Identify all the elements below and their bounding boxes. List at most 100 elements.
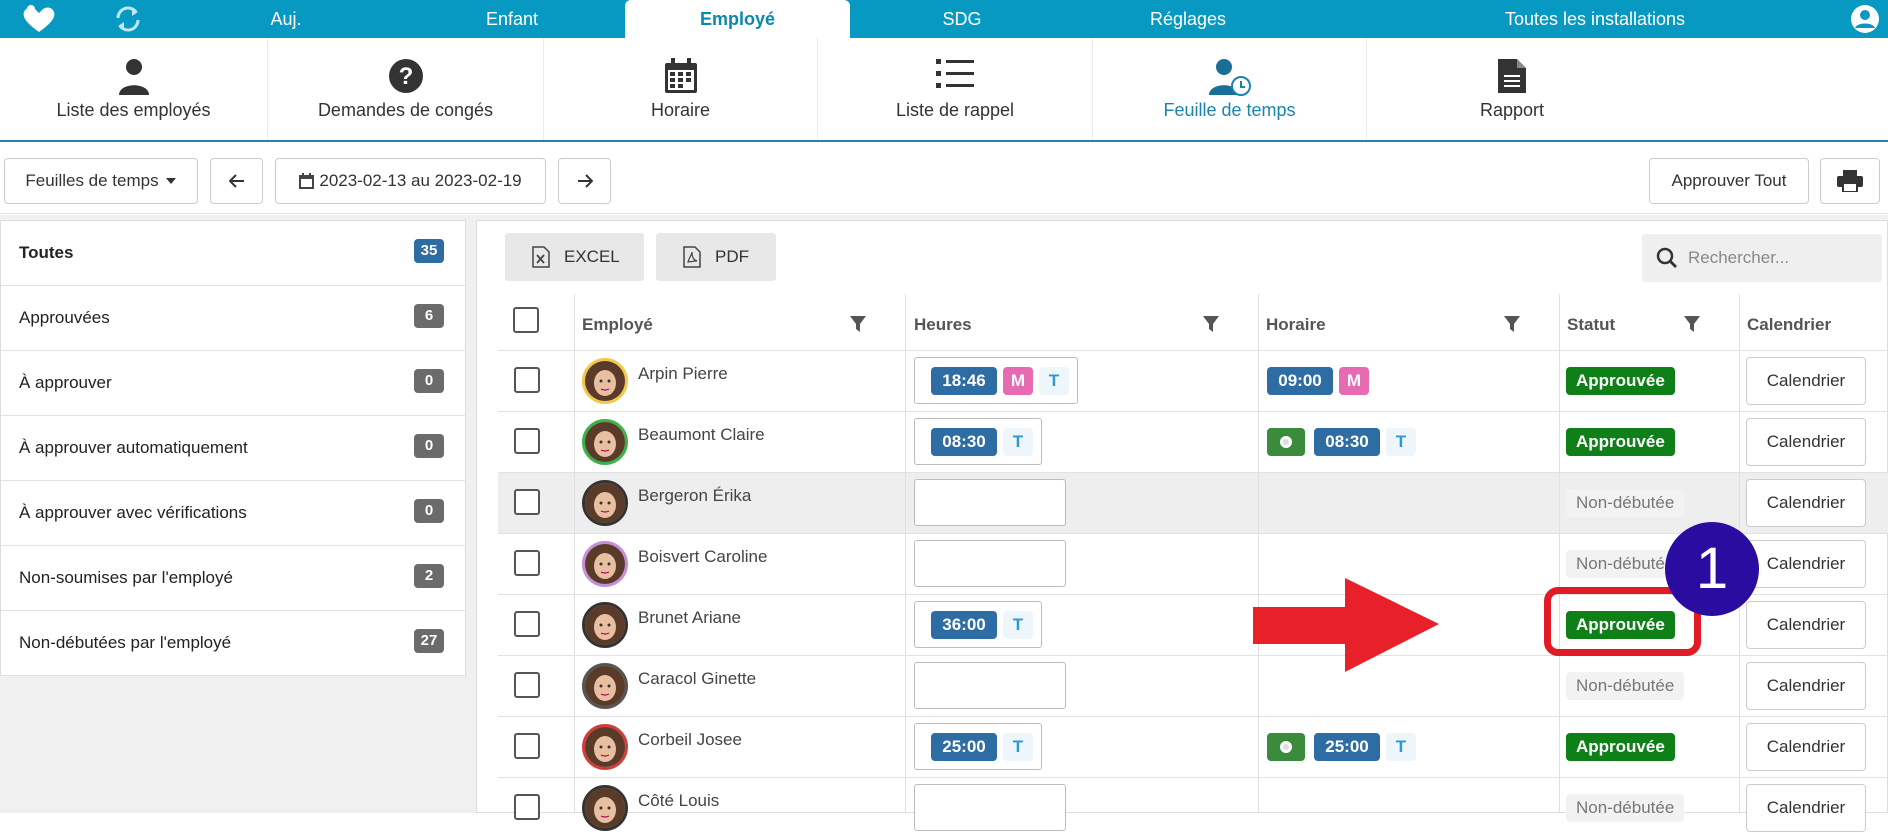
table-row[interactable]: Bergeron Érika Non-débutée Calendrier <box>498 472 1888 533</box>
filter-item[interactable]: Approuvées 6 <box>1 286 466 351</box>
calendar-button[interactable]: Calendrier <box>1746 418 1866 466</box>
hours-field[interactable] <box>914 662 1066 709</box>
subnav-report[interactable]: Rapport <box>1367 38 1657 140</box>
employee-name[interactable]: Boisvert Caroline <box>638 547 767 567</box>
tab-employee[interactable]: Employé <box>625 0 850 38</box>
export-excel-button[interactable]: EXCEL <box>505 233 644 281</box>
calendar-icon <box>664 58 697 93</box>
row-checkbox[interactable] <box>514 794 540 820</box>
print-button[interactable] <box>1820 158 1880 204</box>
tag-t-badge: T <box>1386 428 1416 456</box>
filter-item[interactable]: Non-débutées par l'employé 27 <box>1 611 466 676</box>
subnav-schedule[interactable]: Horaire <box>544 38 818 140</box>
row-checkbox[interactable] <box>514 672 540 698</box>
filter-label: Non-débutées par l'employé <box>19 633 232 652</box>
filter-count-badge: 0 <box>414 434 444 458</box>
export-excel-label: EXCEL <box>564 247 620 266</box>
user-avatar-icon[interactable] <box>1850 4 1880 39</box>
employee-name[interactable]: Corbeil Josee <box>638 730 742 750</box>
next-week-button[interactable] <box>558 158 611 204</box>
tab-settings[interactable]: Réglages <box>1130 0 1246 38</box>
calendar-button[interactable]: Calendrier <box>1746 479 1866 527</box>
calendar-button[interactable]: Calendrier <box>1746 784 1866 832</box>
schedule-toggle-icon[interactable] <box>1267 733 1305 761</box>
filter-icon[interactable] <box>1503 315 1521 333</box>
filter-icon[interactable] <box>1202 315 1220 333</box>
status-badge: Approuvée <box>1566 428 1675 456</box>
export-pdf-button[interactable]: PDF <box>656 233 776 281</box>
filter-count-badge: 2 <box>414 564 444 588</box>
hours-field[interactable] <box>914 540 1066 587</box>
subnav-timesheet[interactable]: Feuille de temps <box>1093 38 1367 140</box>
filter-item[interactable]: À approuver automatiquement 0 <box>1 416 466 481</box>
hours-field[interactable]: 25:00 T <box>914 723 1042 770</box>
tab-today[interactable]: Auj. <box>236 0 336 38</box>
row-checkbox[interactable] <box>514 733 540 759</box>
filter-count-badge: 0 <box>414 369 444 393</box>
tag-t-badge: T <box>1039 367 1069 395</box>
avatar <box>582 541 628 587</box>
employee-name[interactable]: Côté Louis <box>638 791 719 811</box>
avatar <box>582 602 628 648</box>
calendar-button[interactable]: Calendrier <box>1746 357 1866 405</box>
filter-item[interactable]: Toutes 35 <box>1 221 466 286</box>
table-row[interactable]: Beaumont Claire 08:30 T 08:30 T Approuvée Cale… <box>498 411 1888 472</box>
subnav-recall-list[interactable]: Liste de rappel <box>818 38 1093 140</box>
row-checkbox[interactable] <box>514 489 540 515</box>
filter-icon[interactable] <box>1683 315 1701 333</box>
svg-text:?: ? <box>398 63 413 90</box>
refresh-icon[interactable] <box>114 6 142 37</box>
hours-field[interactable]: 36:00 T <box>914 601 1042 648</box>
date-range-button[interactable]: 2023-02-13 au 2023-02-19 <box>275 158 546 204</box>
table-row[interactable]: Caracol Ginette Non-débutée Calendrier <box>498 655 1888 716</box>
status-badge: Approuvée <box>1566 367 1675 395</box>
calendar-button[interactable]: Calendrier <box>1746 662 1866 710</box>
hours-field[interactable]: 18:46 M T <box>914 357 1078 404</box>
column-divider <box>905 294 906 813</box>
calendar-button[interactable]: Calendrier <box>1746 540 1866 588</box>
status-badge: Non-débutée <box>1566 672 1685 700</box>
employee-name[interactable]: Beaumont Claire <box>638 425 765 445</box>
employee-name[interactable]: Brunet Ariane <box>638 608 741 628</box>
search-input[interactable] <box>1688 234 1878 282</box>
subnav-label: Liste des employés <box>56 100 211 120</box>
subnav-employee-list[interactable]: Liste des employés <box>0 38 268 140</box>
approve-all-button[interactable]: Approuver Tout <box>1649 158 1809 204</box>
previous-week-button[interactable] <box>210 158 263 204</box>
facility-selector[interactable]: Toutes les installations <box>1470 0 1720 38</box>
hours-value-badge: 08:30 <box>931 428 997 456</box>
row-checkbox[interactable] <box>514 550 540 576</box>
filter-item[interactable]: À approuver 0 <box>1 351 466 416</box>
subnav-leave-requests[interactable]: ? Demandes de congés <box>268 38 544 140</box>
row-checkbox[interactable] <box>514 367 540 393</box>
filter-label: À approuver avec vérifications <box>19 503 247 522</box>
table-row[interactable]: Côté Louis Non-débutée Calendrier <box>498 777 1888 838</box>
column-header-schedule: Horaire <box>1266 315 1326 334</box>
tab-child[interactable]: Enfant <box>460 0 564 38</box>
filter-item[interactable]: À approuver avec vérifications 0 <box>1 481 466 546</box>
list-icon <box>936 59 974 88</box>
table-row[interactable]: Corbeil Josee 25:00 T 25:00 T Approuvée Calend… <box>498 716 1888 777</box>
hours-field[interactable]: 08:30 T <box>914 418 1042 465</box>
avatar <box>582 785 628 831</box>
table-row[interactable]: Arpin Pierre 18:46 M T 09:00 M Approuvée Calend… <box>498 350 1888 411</box>
logo-icon[interactable] <box>20 4 58 39</box>
schedule-toggle-icon[interactable] <box>1267 428 1305 456</box>
filter-item[interactable]: Non-soumises par l'employé 2 <box>1 546 466 611</box>
status-filter-panel: Toutes 35 Approuvées 6 À approuver 0 À approuv… <box>0 220 466 676</box>
employee-name[interactable]: Caracol Ginette <box>638 669 756 689</box>
tab-sdg[interactable]: SDG <box>912 0 1012 38</box>
row-checkbox[interactable] <box>514 428 540 454</box>
employee-subnav: Liste des employés ? Demandes de congés … <box>0 38 1888 142</box>
calendar-button[interactable]: Calendrier <box>1746 601 1866 649</box>
select-all-checkbox[interactable] <box>513 307 539 333</box>
employee-name[interactable]: Arpin Pierre <box>638 364 728 384</box>
row-checkbox[interactable] <box>514 611 540 637</box>
calendar-button[interactable]: Calendrier <box>1746 723 1866 771</box>
subnav-label: Demandes de congés <box>317 100 494 120</box>
filter-icon[interactable] <box>849 315 867 333</box>
hours-field[interactable] <box>914 784 1066 831</box>
hours-field[interactable] <box>914 479 1066 526</box>
employee-name[interactable]: Bergeron Érika <box>638 486 751 506</box>
view-select[interactable]: Feuilles de temps <box>4 158 198 204</box>
